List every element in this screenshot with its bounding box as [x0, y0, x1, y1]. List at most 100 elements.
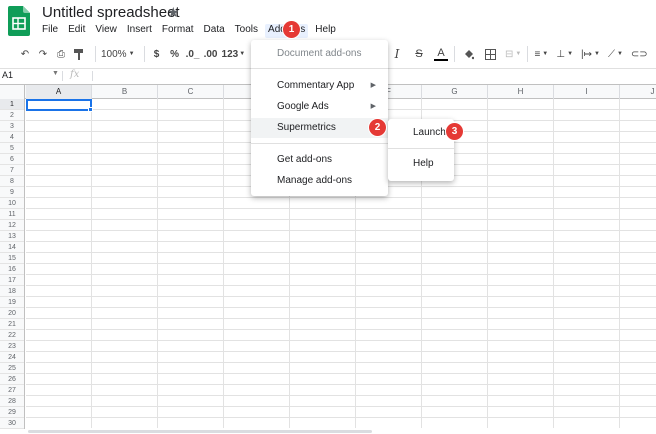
row-header[interactable]: 18 [0, 286, 24, 297]
row-header[interactable]: 16 [0, 264, 24, 275]
row-headers: 1 2 3 4 5 6 7 8 9 10 11 12 13 14 15 16 17 18 19 20 21 22 23 24 2… [0, 99, 25, 429]
row-header[interactable]: 14 [0, 242, 24, 253]
row-header[interactable]: 25 [0, 363, 24, 374]
row-header[interactable]: 23 [0, 341, 24, 352]
row-header[interactable]: 27 [0, 385, 24, 396]
menu-item-label: Commentary App [277, 80, 355, 91]
chevron-down-icon: ▼ [239, 51, 246, 57]
menu-item-google-ads[interactable]: Google Ads ▶ [251, 97, 388, 117]
menu-divider [388, 148, 454, 149]
menu-data[interactable]: Data [204, 24, 225, 38]
menu-item-help[interactable]: Help [388, 154, 454, 174]
row-header[interactable]: 4 [0, 132, 24, 143]
selected-cell[interactable] [26, 99, 92, 111]
row-header[interactable]: 24 [0, 352, 24, 363]
row-header[interactable]: 26 [0, 374, 24, 385]
decrease-decimal-button[interactable]: .0_ [186, 45, 200, 63]
text-wrapping-icon[interactable]: |↦ ▼ [581, 45, 600, 63]
row-header[interactable]: 15 [0, 253, 24, 264]
fill-handle[interactable] [88, 107, 93, 112]
menu-item-manage-addons[interactable]: Manage add-ons [251, 171, 388, 191]
menu-file[interactable]: File [42, 24, 58, 38]
row-header[interactable]: 11 [0, 209, 24, 220]
addons-menu: Document add-ons Commentary App ▶ Google … [251, 40, 388, 196]
text-rotation-icon[interactable]: ⟋ ▼ [608, 45, 623, 63]
row-header[interactable]: 28 [0, 396, 24, 407]
row-header[interactable]: 7 [0, 165, 24, 176]
increase-decimal-button[interactable]: .00 [204, 45, 218, 63]
menu-item-launch[interactable]: Launch [388, 123, 454, 143]
document-title[interactable]: Untitled spreadsheet [42, 4, 180, 21]
row-header[interactable]: 5 [0, 143, 24, 154]
italic-button[interactable]: I [390, 45, 404, 63]
column-header[interactable]: A [26, 85, 92, 99]
menu-view[interactable]: View [95, 24, 117, 38]
menu-item-label: Google Ads [277, 101, 329, 112]
supermetrics-submenu: Launch Help [388, 119, 454, 181]
currency-format-button[interactable]: $ [150, 45, 164, 63]
zoom-select[interactable]: 100% ▼ [101, 45, 135, 63]
column-header[interactable]: G [422, 85, 488, 99]
callout-badge-3: 3 [446, 123, 463, 140]
column-header[interactable]: B [92, 85, 158, 99]
more-formats-button[interactable]: 123 ▼ [222, 45, 246, 63]
row-header[interactable]: 12 [0, 220, 24, 231]
menu-item-label: Supermetrics [277, 122, 336, 133]
row-header[interactable]: 22 [0, 330, 24, 341]
percent-format-button[interactable]: % [168, 45, 182, 63]
toolbar-divider [143, 46, 145, 62]
horizontal-align-icon[interactable]: ≡ ▼ [534, 45, 548, 63]
row-header[interactable]: 3 [0, 121, 24, 132]
toolbar-divider [454, 46, 455, 62]
vertical-align-icon[interactable]: ⊥ ▼ [556, 45, 573, 63]
submenu-arrow-icon: ▶ [370, 82, 376, 89]
spreadsheet-app: Untitled spreadsheet ★ File Edit View In… [0, 0, 656, 434]
menu-item-supermetrics[interactable]: Supermetrics [251, 118, 388, 138]
undo-icon[interactable]: ↶ [18, 45, 32, 63]
callout-badge-2: 2 [369, 119, 386, 136]
column-header[interactable]: H [488, 85, 554, 99]
menu-edit[interactable]: Edit [68, 24, 85, 38]
insert-link-icon[interactable]: ⊂⊃ [631, 45, 648, 63]
row-header[interactable]: 19 [0, 297, 24, 308]
toolbar-divider [95, 46, 96, 62]
row-header[interactable]: 10 [0, 198, 24, 209]
borders-icon[interactable] [483, 45, 497, 63]
text-color-button[interactable]: A [434, 47, 448, 61]
row-header[interactable]: 6 [0, 154, 24, 165]
paint-format-icon[interactable] [72, 45, 86, 63]
row-header[interactable]: 21 [0, 319, 24, 330]
row-header[interactable]: 20 [0, 308, 24, 319]
star-icon[interactable]: ★ [167, 4, 180, 21]
row-header[interactable]: 1 [0, 99, 24, 110]
menu-item-commentary-app[interactable]: Commentary App ▶ [251, 76, 388, 96]
menu-tools[interactable]: Tools [235, 24, 258, 38]
column-header[interactable]: J [620, 85, 656, 99]
column-header[interactable]: C [158, 85, 224, 99]
select-all-corner[interactable] [0, 85, 25, 99]
row-header[interactable]: 2 [0, 110, 24, 121]
menu-insert[interactable]: Insert [127, 24, 152, 38]
menu-format[interactable]: Format [162, 24, 194, 38]
merge-cells-icon[interactable]: ⊟ ▼ [505, 45, 521, 63]
menu-help[interactable]: Help [315, 24, 336, 38]
strikethrough-button[interactable]: S [412, 45, 426, 63]
menu-bar: File Edit View Insert Format Data Tools … [42, 24, 346, 38]
column-header[interactable]: I [554, 85, 620, 99]
row-header[interactable]: 9 [0, 187, 24, 198]
print-icon[interactable]: ⎙ [54, 45, 68, 63]
horizontal-scrollbar[interactable] [28, 430, 372, 433]
name-box[interactable]: A1 [2, 70, 13, 80]
sheets-logo-icon[interactable] [8, 6, 30, 36]
chevron-down-icon[interactable]: ▼ [52, 70, 59, 77]
row-header[interactable]: 30 [0, 418, 24, 429]
chevron-down-icon: ▼ [128, 51, 135, 57]
row-header[interactable]: 13 [0, 231, 24, 242]
menu-divider [251, 143, 388, 144]
fill-color-icon[interactable] [461, 45, 475, 63]
row-header[interactable]: 29 [0, 407, 24, 418]
menu-item-get-addons[interactable]: Get add-ons [251, 150, 388, 170]
row-header[interactable]: 8 [0, 176, 24, 187]
row-header[interactable]: 17 [0, 275, 24, 286]
redo-icon[interactable]: ↷ [36, 45, 50, 63]
